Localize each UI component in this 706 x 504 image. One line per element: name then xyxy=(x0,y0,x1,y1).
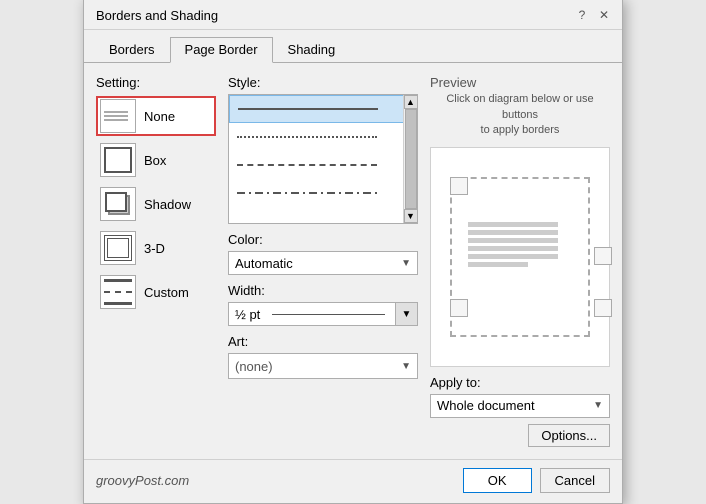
preview-inner xyxy=(440,167,600,347)
footer-buttons: OK Cancel xyxy=(463,468,610,493)
style-dotted[interactable] xyxy=(229,123,417,151)
setting-custom-label: Custom xyxy=(144,285,189,300)
style-column: Style: ▲ ▼ xyxy=(228,75,418,446)
tab-shading[interactable]: Shading xyxy=(273,37,351,63)
width-field[interactable]: ½ pt ▼ xyxy=(228,302,418,326)
scroll-up[interactable]: ▲ xyxy=(404,95,418,109)
apply-to-section: Apply to: Whole document ▼ Options... xyxy=(430,375,610,447)
title-icons: ? ✕ xyxy=(572,5,614,25)
style-scrollbar[interactable]: ▲ ▼ xyxy=(403,95,417,223)
width-dropdown-icon[interactable]: ▼ xyxy=(395,303,417,325)
apply-to-label: Apply to: xyxy=(430,375,610,390)
setting-3d[interactable]: 3-D xyxy=(96,228,216,268)
title-bar: Borders and Shading ? ✕ xyxy=(84,0,622,30)
style-label: Style: xyxy=(228,75,418,90)
dialog-title: Borders and Shading xyxy=(96,8,218,23)
setting-column: Setting: None Box xyxy=(96,75,216,446)
color-dropdown[interactable]: Automatic ▼ xyxy=(228,251,418,275)
border-btn-top-left[interactable] xyxy=(450,177,468,195)
width-label: Width: xyxy=(228,283,418,298)
preview-column: Preview Click on diagram below or use bu… xyxy=(430,75,610,446)
width-section: Width: ½ pt ▼ xyxy=(228,283,418,326)
custom-icon xyxy=(100,275,136,309)
art-section: Art: (none) ▼ xyxy=(228,334,418,379)
width-value: ½ pt xyxy=(235,307,260,322)
art-label: Art: xyxy=(228,334,418,349)
border-btn-bottom-left[interactable] xyxy=(450,299,468,317)
setting-custom[interactable]: Custom xyxy=(96,272,216,312)
setting-label: Setting: xyxy=(96,75,216,90)
preview-label: Preview xyxy=(430,75,610,90)
setting-shadow-label: Shadow xyxy=(144,197,191,212)
dialog-footer: groovyPost.com OK Cancel xyxy=(84,459,622,503)
color-label: Color: xyxy=(228,232,418,247)
dialog-body: Setting: None Box xyxy=(84,63,622,458)
close-icon[interactable]: ✕ xyxy=(594,5,614,25)
style-dashed[interactable] xyxy=(229,151,417,179)
dialog-borders-shading: Borders and Shading ? ✕ Borders Page Bor… xyxy=(83,0,623,504)
setting-box-label: Box xyxy=(144,153,166,168)
art-dropdown[interactable]: (none) ▼ xyxy=(228,353,418,379)
help-icon[interactable]: ? xyxy=(572,5,592,25)
box-icon xyxy=(100,143,136,177)
setting-3d-label: 3-D xyxy=(144,241,165,256)
color-value: Automatic xyxy=(235,256,293,271)
border-btn-top-right[interactable] xyxy=(594,247,612,265)
preview-area[interactable] xyxy=(430,147,610,367)
art-arrow-icon: ▼ xyxy=(401,361,411,372)
setting-none-label: None xyxy=(144,109,175,124)
color-arrow-icon: ▼ xyxy=(401,258,411,269)
scroll-down[interactable]: ▼ xyxy=(404,209,418,223)
setting-shadow[interactable]: Shadow xyxy=(96,184,216,224)
setting-none[interactable]: None xyxy=(96,96,216,136)
apply-to-value: Whole document xyxy=(437,398,535,413)
style-listbox[interactable]: ▲ ▼ xyxy=(228,94,418,224)
none-icon xyxy=(100,99,136,133)
art-value: (none) xyxy=(235,359,273,374)
style-dashdot[interactable] xyxy=(229,179,417,207)
ok-button[interactable]: OK xyxy=(463,468,532,493)
options-button[interactable]: Options... xyxy=(528,424,610,447)
scroll-thumb[interactable] xyxy=(405,109,417,209)
cancel-button[interactable]: Cancel xyxy=(540,468,610,493)
apply-to-dropdown[interactable]: Whole document ▼ xyxy=(430,394,610,418)
brand-label: groovyPost.com xyxy=(96,473,189,488)
tab-bar: Borders Page Border Shading xyxy=(84,30,622,63)
color-section: Color: Automatic ▼ xyxy=(228,232,418,275)
3d-icon xyxy=(100,231,136,265)
shadow-icon xyxy=(100,187,136,221)
preview-content xyxy=(468,195,568,295)
setting-box[interactable]: Box xyxy=(96,140,216,180)
preview-description: Click on diagram below or use buttonsto … xyxy=(430,92,610,138)
tab-page-border[interactable]: Page Border xyxy=(170,37,273,63)
border-btn-bottom-right[interactable] xyxy=(594,299,612,317)
tab-borders[interactable]: Borders xyxy=(94,37,170,63)
style-solid[interactable] xyxy=(229,95,417,123)
apply-to-arrow-icon: ▼ xyxy=(593,400,603,411)
